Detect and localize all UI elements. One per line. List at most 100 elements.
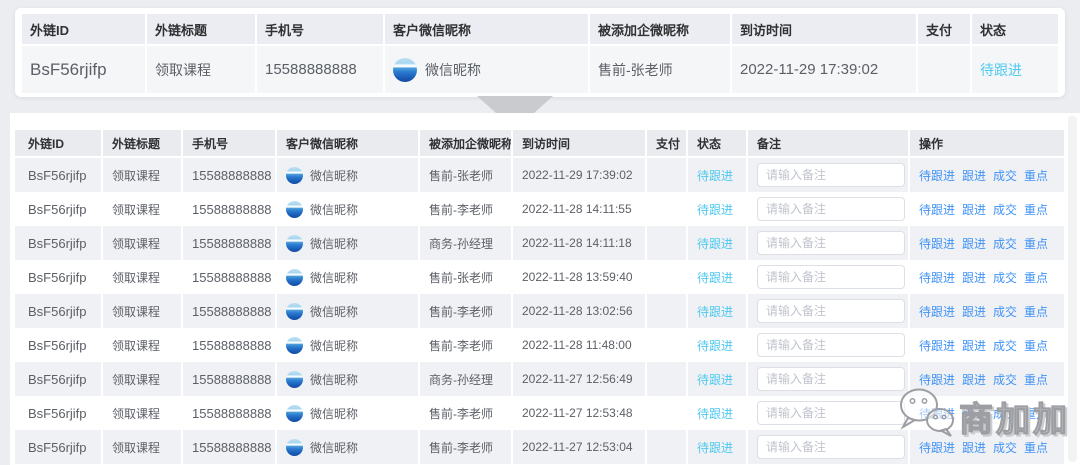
status-text: 待跟进 xyxy=(697,405,733,422)
remark-input[interactable] xyxy=(757,333,905,357)
cell-wechat-nick: 微信昵称 xyxy=(277,158,420,192)
remark-input[interactable] xyxy=(757,367,905,391)
cell-wechat-nick: 微信昵称 xyxy=(277,192,420,226)
cell-pay xyxy=(647,362,688,396)
action-key[interactable]: 重点 xyxy=(1024,371,1048,388)
action-follow-pending[interactable]: 待跟进 xyxy=(919,405,955,422)
action-follow[interactable]: 跟进 xyxy=(962,337,986,354)
wechat-nick-label: 微信昵称 xyxy=(310,167,358,184)
cell-visit-time: 2022-11-28 14:11:55 xyxy=(513,192,647,226)
remark-input[interactable] xyxy=(757,299,905,323)
cell-status: 待跟进 xyxy=(688,396,748,430)
action-deal[interactable]: 成交 xyxy=(993,167,1017,184)
status-text: 待跟进 xyxy=(697,201,733,218)
table-head: 外链ID外链标题手机号客户微信昵称被添加企微昵称到访时间支付状态备注操作 xyxy=(15,130,1064,158)
cell-phone: 15588888888 xyxy=(183,294,277,328)
action-follow-pending[interactable]: 待跟进 xyxy=(919,235,955,252)
action-follow-pending[interactable]: 待跟进 xyxy=(919,201,955,218)
remark-input[interactable] xyxy=(757,197,905,221)
remark-input[interactable] xyxy=(757,163,905,187)
action-deal[interactable]: 成交 xyxy=(993,371,1017,388)
cell-pay xyxy=(647,430,688,464)
records-table: 外链ID外链标题手机号客户微信昵称被添加企微昵称到访时间支付状态备注操作 BsF… xyxy=(15,130,1064,464)
action-follow-pending[interactable]: 待跟进 xyxy=(919,167,955,184)
action-follow[interactable]: 跟进 xyxy=(962,269,986,286)
action-follow-pending[interactable]: 待跟进 xyxy=(919,303,955,320)
action-follow[interactable]: 跟进 xyxy=(962,439,986,456)
cell-link-id: BsF56rjifp xyxy=(15,294,103,328)
remark-input[interactable] xyxy=(757,265,905,289)
action-key[interactable]: 重点 xyxy=(1024,337,1048,354)
action-follow[interactable]: 跟进 xyxy=(962,201,986,218)
action-key[interactable]: 重点 xyxy=(1024,235,1048,252)
remark-input[interactable] xyxy=(757,435,905,459)
top-column-header: 外链标题 xyxy=(147,14,257,44)
remark-input[interactable] xyxy=(757,231,905,255)
cell-actions: 待跟进跟进成交重点 xyxy=(910,192,1064,226)
cell-remark xyxy=(748,362,910,396)
action-follow[interactable]: 跟进 xyxy=(962,303,986,320)
cell-link-id: BsF56rjifp xyxy=(15,226,103,260)
action-deal[interactable]: 成交 xyxy=(993,405,1017,422)
cell-remark xyxy=(748,226,910,260)
cell-remark xyxy=(748,260,910,294)
wechat-nick-label: 微信昵称 xyxy=(310,303,358,320)
action-key[interactable]: 重点 xyxy=(1024,167,1048,184)
cell-status: 待跟进 xyxy=(688,192,748,226)
action-follow-pending[interactable]: 待跟进 xyxy=(919,269,955,286)
action-key[interactable]: 重点 xyxy=(1024,405,1048,422)
cell-staff-nick: 售前-张老师 xyxy=(590,46,732,93)
action-key[interactable]: 重点 xyxy=(1024,303,1048,320)
vertical-scrollbar[interactable] xyxy=(1068,116,1077,462)
cell-link-title: 领取课程 xyxy=(147,46,257,93)
remark-input[interactable] xyxy=(757,401,905,425)
page: 外链ID外链标题手机号客户微信昵称被添加企微昵称到访时间支付状态 BsF56rj… xyxy=(0,0,1080,465)
column-header: 外链标题 xyxy=(103,130,183,156)
wechat-nick-label: 微信昵称 xyxy=(310,337,358,354)
cell-visit-time: 2022-11-28 13:59:40 xyxy=(513,260,647,294)
highlight-card: 外链ID外链标题手机号客户微信昵称被添加企微昵称到访时间支付状态 BsF56rj… xyxy=(15,8,1065,97)
wechat-avatar-icon xyxy=(286,405,303,422)
cell-remark xyxy=(748,328,910,362)
action-follow[interactable]: 跟进 xyxy=(962,405,986,422)
action-deal[interactable]: 成交 xyxy=(993,439,1017,456)
wechat-avatar-icon xyxy=(286,269,303,286)
action-key[interactable]: 重点 xyxy=(1024,439,1048,456)
wechat-avatar-icon xyxy=(393,58,417,82)
action-deal[interactable]: 成交 xyxy=(993,303,1017,320)
action-key[interactable]: 重点 xyxy=(1024,201,1048,218)
wechat-avatar-icon xyxy=(286,371,303,388)
action-deal[interactable]: 成交 xyxy=(993,201,1017,218)
cell-status: 待跟进 xyxy=(688,260,748,294)
cell-staff-nick: 售前-张老师 xyxy=(420,260,513,294)
cell-actions: 待跟进跟进成交重点 xyxy=(910,362,1064,396)
action-deal[interactable]: 成交 xyxy=(993,337,1017,354)
cell-visit-time: 2022-11-27 12:53:04 xyxy=(513,430,647,464)
cell-wechat-nick: 微信昵称 xyxy=(277,396,420,430)
action-deal[interactable]: 成交 xyxy=(993,235,1017,252)
top-table-row: BsF56rjifp 领取课程 15588888888 微信昵称 售前-张老师 … xyxy=(22,46,1058,93)
action-follow-pending[interactable]: 待跟进 xyxy=(919,439,955,456)
wechat-nick-label: 微信昵称 xyxy=(310,269,358,286)
cell-status: 待跟进 xyxy=(688,226,748,260)
cell-link-title: 领取课程 xyxy=(103,260,183,294)
cell-actions: 待跟进跟进成交重点 xyxy=(910,158,1064,192)
action-follow[interactable]: 跟进 xyxy=(962,235,986,252)
cell-visit-time: 2022-11-29 17:39:02 xyxy=(732,46,918,93)
top-column-header: 手机号 xyxy=(257,14,385,44)
cell-actions: 待跟进跟进成交重点 xyxy=(910,226,1064,260)
action-deal[interactable]: 成交 xyxy=(993,269,1017,286)
action-follow-pending[interactable]: 待跟进 xyxy=(919,371,955,388)
status-text: 待跟进 xyxy=(697,371,733,388)
cell-staff-nick: 售前-李老师 xyxy=(420,192,513,226)
action-follow[interactable]: 跟进 xyxy=(962,371,986,388)
wechat-avatar-icon xyxy=(286,201,303,218)
status-text: 待跟进 xyxy=(697,303,733,320)
action-follow-pending[interactable]: 待跟进 xyxy=(919,337,955,354)
action-follow[interactable]: 跟进 xyxy=(962,167,986,184)
action-key[interactable]: 重点 xyxy=(1024,269,1048,286)
cell-pay xyxy=(647,396,688,430)
cell-pay xyxy=(647,328,688,362)
cell-link-title: 领取课程 xyxy=(103,294,183,328)
status-text: 待跟进 xyxy=(697,167,733,184)
